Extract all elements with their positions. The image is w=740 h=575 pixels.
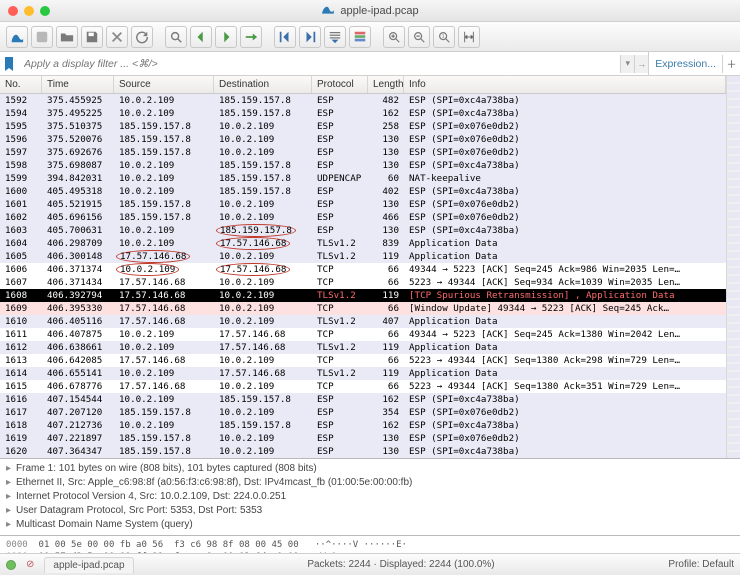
resize-columns-icon[interactable]: [458, 26, 480, 48]
packet-row[interactable]: 1602405.696156185.159.157.810.0.2.109ESP…: [0, 211, 726, 224]
save-file-icon[interactable]: [81, 26, 103, 48]
detail-tree-item[interactable]: ▸Multicast Domain Name System (query): [6, 518, 734, 532]
col-proto[interactable]: Protocol: [312, 76, 368, 93]
goto-packet-icon[interactable]: [240, 26, 262, 48]
packet-row[interactable]: 1611406.40787510.0.2.10917.57.146.68TCP6…: [0, 328, 726, 341]
cancel-icon[interactable]: ⊘: [26, 559, 34, 570]
packet-list[interactable]: No. Time Source Destination Protocol Len…: [0, 76, 726, 458]
packet-row[interactable]: 1605406.30014817.57.146.6810.0.2.109TLSv…: [0, 250, 726, 263]
packet-row[interactable]: 1606406.37137410.0.2.10917.57.146.68TCP6…: [0, 263, 726, 276]
packet-count-label: Packets: 2244 · Displayed: 2244 (100.0%): [307, 559, 494, 570]
packet-row[interactable]: 1601405.521915185.159.157.810.0.2.109ESP…: [0, 198, 726, 211]
packet-row[interactable]: 1619407.221897185.159.157.810.0.2.109ESP…: [0, 432, 726, 445]
display-filter-input[interactable]: [18, 55, 620, 73]
expression-button[interactable]: Expression...: [648, 52, 722, 75]
zoom-in-icon[interactable]: [383, 26, 405, 48]
hex-row[interactable]: 0000 01 00 5e 00 00 fb a0 56 f3 c6 98 8f…: [6, 539, 734, 551]
detail-tree-item[interactable]: ▸Ethernet II, Src: Apple_c6:98:8f (a0:56…: [6, 476, 734, 490]
col-info[interactable]: Info: [404, 76, 726, 93]
stop-capture-icon[interactable]: [31, 26, 53, 48]
packet-row[interactable]: 1595375.510375185.159.157.810.0.2.109ESP…: [0, 120, 726, 133]
packet-row[interactable]: 1594375.49522510.0.2.109185.159.157.8ESP…: [0, 107, 726, 120]
packet-row[interactable]: 1616407.15454410.0.2.109185.159.157.8ESP…: [0, 393, 726, 406]
packet-row[interactable]: 1620407.364347185.159.157.810.0.2.109ESP…: [0, 445, 726, 458]
packet-row[interactable]: 1609406.39533017.57.146.6810.0.2.109TCP6…: [0, 302, 726, 315]
packet-row[interactable]: 1598375.69808710.0.2.109185.159.157.8ESP…: [0, 159, 726, 172]
zoom-out-icon[interactable]: [408, 26, 430, 48]
main-toolbar: 1: [0, 22, 740, 52]
app-window: apple-ipad.pcap 1 ▾ → Expression... ＋: [0, 0, 740, 575]
titlebar: apple-ipad.pcap: [0, 0, 740, 22]
packet-row[interactable]: 1604406.29870910.0.2.10917.57.146.68TLSv…: [0, 237, 726, 250]
detail-tree-item[interactable]: ▸Frame 1: 101 bytes on wire (808 bits), …: [6, 462, 734, 476]
first-packet-icon[interactable]: [274, 26, 296, 48]
expert-info-icon[interactable]: [6, 560, 16, 570]
packet-row[interactable]: 1596375.520076185.159.157.810.0.2.109ESP…: [0, 133, 726, 146]
status-bar: ⊘ apple-ipad.pcap Packets: 2244 · Displa…: [0, 553, 740, 575]
packet-row[interactable]: 1617407.207120185.159.157.810.0.2.109ESP…: [0, 406, 726, 419]
packet-row[interactable]: 1597375.692676185.159.157.810.0.2.109ESP…: [0, 146, 726, 159]
bookmark-icon[interactable]: [0, 55, 18, 73]
col-src[interactable]: Source: [114, 76, 214, 93]
reload-icon[interactable]: [131, 26, 153, 48]
packet-row[interactable]: 1599394.84203110.0.2.109185.159.157.8UDP…: [0, 172, 726, 185]
detail-tree-item[interactable]: ▸Internet Protocol Version 4, Src: 10.0.…: [6, 490, 734, 504]
packet-row[interactable]: 1607406.37143417.57.146.6810.0.2.109TCP6…: [0, 276, 726, 289]
col-no[interactable]: No.: [0, 76, 42, 93]
filter-bar: ▾ → Expression... ＋: [0, 52, 740, 76]
packet-row[interactable]: 1603405.70063110.0.2.109185.159.157.8ESP…: [0, 224, 726, 237]
packet-list-header[interactable]: No. Time Source Destination Protocol Len…: [0, 76, 726, 94]
packet-details[interactable]: ▸Frame 1: 101 bytes on wire (808 bits), …: [0, 458, 740, 536]
col-len[interactable]: Length: [368, 76, 404, 93]
packet-rows[interactable]: 1592375.45592510.0.2.109185.159.157.8ESP…: [0, 94, 726, 458]
close-file-icon[interactable]: [106, 26, 128, 48]
packet-row[interactable]: 1613406.64208517.57.146.6810.0.2.109TCP6…: [0, 354, 726, 367]
packet-row[interactable]: 1618407.21273610.0.2.109185.159.157.8ESP…: [0, 419, 726, 432]
window-title: apple-ipad.pcap: [0, 2, 740, 19]
packet-row[interactable]: 1608406.39279417.57.146.6810.0.2.109TLSv…: [0, 289, 726, 302]
prev-packet-icon[interactable]: [190, 26, 212, 48]
packet-minimap[interactable]: [726, 76, 740, 458]
title-text: apple-ipad.pcap: [340, 5, 418, 17]
find-icon[interactable]: [165, 26, 187, 48]
profile-label[interactable]: Profile: Default: [668, 559, 734, 570]
auto-scroll-icon[interactable]: [324, 26, 346, 48]
packet-row[interactable]: 1600405.49531810.0.2.109185.159.157.8ESP…: [0, 185, 726, 198]
zoom-reset-icon[interactable]: 1: [433, 26, 455, 48]
filter-history-dropdown[interactable]: ▾: [620, 55, 634, 73]
last-packet-icon[interactable]: [299, 26, 321, 48]
packet-bytes[interactable]: 0000 01 00 5e 00 00 fb a0 56 f3 c6 98 8f…: [0, 536, 740, 553]
svg-text:1: 1: [442, 33, 445, 39]
start-capture-icon[interactable]: [6, 26, 28, 48]
open-file-icon[interactable]: [56, 26, 78, 48]
wireshark-icon: [321, 2, 335, 19]
packet-list-wrap: No. Time Source Destination Protocol Len…: [0, 76, 740, 458]
packet-row[interactable]: 1592375.45592510.0.2.109185.159.157.8ESP…: [0, 94, 726, 107]
packet-row[interactable]: 1615406.67877617.57.146.6810.0.2.109TCP6…: [0, 380, 726, 393]
col-dst[interactable]: Destination: [214, 76, 312, 93]
next-packet-icon[interactable]: [215, 26, 237, 48]
apply-filter-icon[interactable]: →: [634, 55, 648, 73]
packet-row[interactable]: 1612406.63866110.0.2.10917.57.146.68TLSv…: [0, 341, 726, 354]
status-tab[interactable]: apple-ipad.pcap: [44, 557, 133, 573]
detail-tree-item[interactable]: ▸User Datagram Protocol, Src Port: 5353,…: [6, 504, 734, 518]
add-filter-button[interactable]: ＋: [722, 55, 740, 73]
colorize-icon[interactable]: [349, 26, 371, 48]
col-time[interactable]: Time: [42, 76, 114, 93]
packet-row[interactable]: 1614406.65514110.0.2.10917.57.146.68TLSv…: [0, 367, 726, 380]
packet-row[interactable]: 1610406.40511617.57.146.6810.0.2.109TLSv…: [0, 315, 726, 328]
